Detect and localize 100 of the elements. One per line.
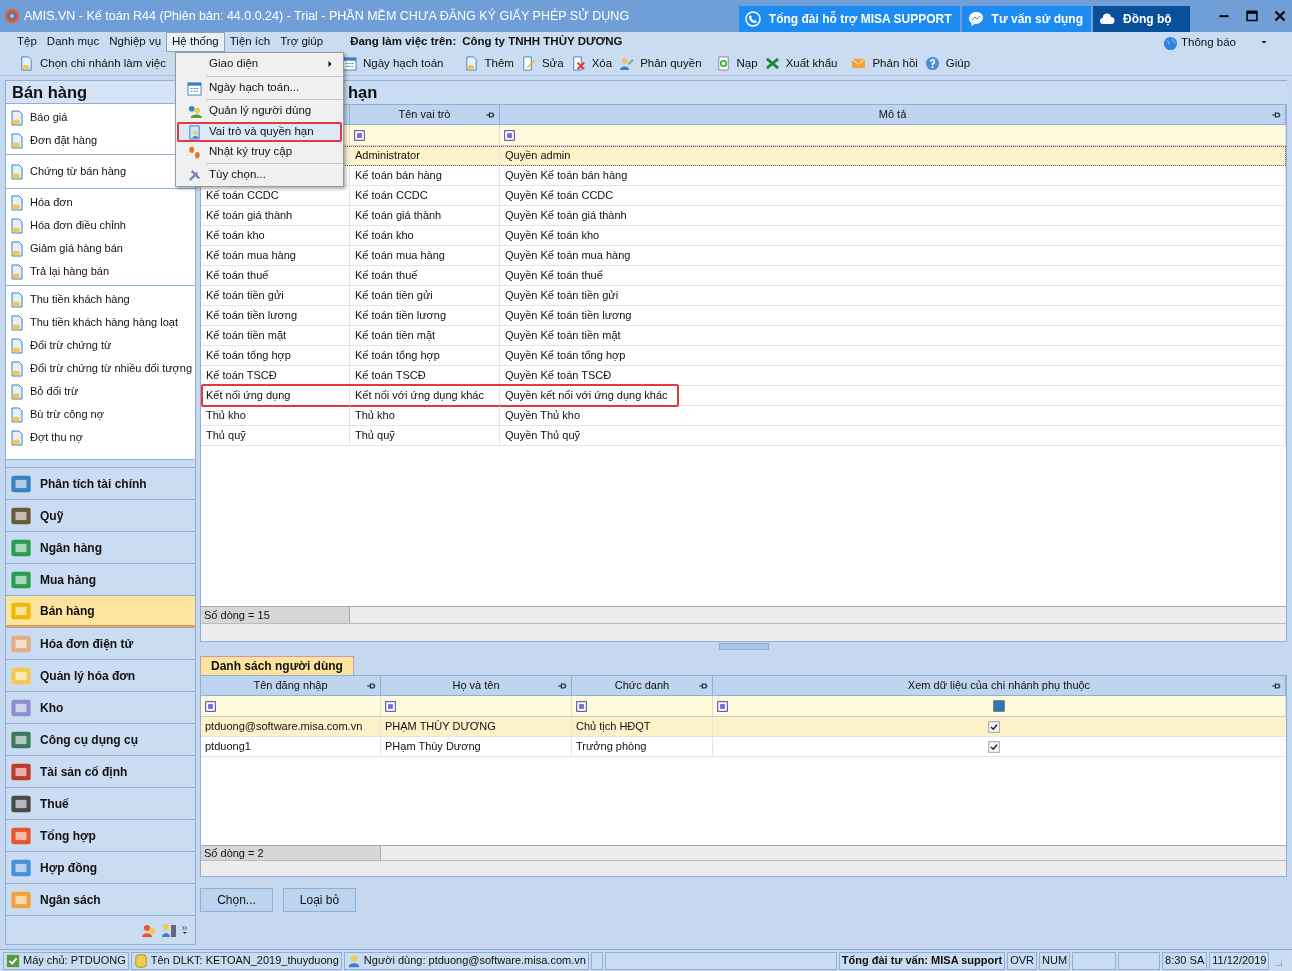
sidebar-item[interactable]: Đợt thu nợ — [6, 426, 195, 449]
module-button[interactable]: Kho — [6, 691, 195, 723]
module-button[interactable]: Phân tích tài chính — [6, 467, 195, 499]
table-cell-text: Quyền Kế toán TSCĐ — [505, 368, 612, 384]
table-row[interactable]: Thủ kho Thủ kho Quyền Thủ kho — [201, 406, 1286, 426]
module-button[interactable]: Công cụ dụng cụ — [6, 723, 195, 755]
sidebar-item[interactable]: Bỏ đối trừ — [6, 380, 195, 403]
menu-item[interactable]: Giao diện — [177, 54, 342, 74]
menu-item[interactable]: Tệp — [12, 32, 42, 52]
module-button[interactable]: Mua hàng — [6, 563, 195, 595]
toolbar-button[interactable]: Nạp — [712, 52, 761, 75]
table-row[interactable]: Thủ quỹ Thủ quỹ Quyền Thủ quỹ — [201, 426, 1286, 446]
panel-tab[interactable]: Danh sách người dùng — [200, 656, 354, 675]
menu-item[interactable]: Vai trò và quyền hạn — [177, 122, 342, 142]
help-icon — [924, 56, 940, 71]
table-row[interactable]: Kế toán tổng hợp Kế toán tổng hợp Quyền Kế toán tổng hợp — [201, 346, 1286, 366]
module-button[interactable]: Bán hàng — [6, 595, 195, 627]
table-row[interactable]: ptduong1 PHạm Thùy Dương Trưởng phòng — [201, 737, 1286, 757]
column-header[interactable]: Mô tả — [500, 105, 1286, 124]
table-row[interactable]: Kết nối ứng dụng Kết nối với ứng dụng khác Quyền kết nối với ứng dụng khác — [201, 386, 1286, 406]
sidebar-item[interactable]: Đối trừ chứng từ — [6, 334, 195, 357]
document-icon — [9, 383, 25, 400]
menu-item[interactable]: Hệ thống — [166, 32, 225, 52]
table-cell-text: Kế toán tổng hợp — [355, 348, 440, 364]
column-header[interactable]: Tên đăng nhập — [201, 676, 381, 695]
table-row[interactable]: ptduong@software.misa.com.vn PHẠM THÙY DƯƠNG Chủ tịch HĐQT — [201, 717, 1286, 737]
checkbox[interactable] — [988, 740, 1000, 753]
menu-item[interactable]: Nghiệp vụ — [104, 32, 167, 52]
table-cell-text: Kế toán kho — [206, 228, 265, 244]
table-row[interactable]: Kế toán mua hàng Kế toán mua hàng Quyền Kế toán mua hàng — [201, 246, 1286, 266]
toolbar-button[interactable]: Phản hồi — [848, 52, 921, 75]
action-button[interactable]: Chọn... — [200, 888, 273, 912]
module-button[interactable]: Tổng hợp — [6, 819, 195, 851]
splitter-handle[interactable] — [5, 460, 196, 467]
status-pane: Người dùng: ptduong@software.misa.com.vn — [343, 951, 589, 970]
status-pane: 8:30 SA — [1162, 951, 1208, 970]
sidebar-item[interactable]: Trả lại hàng bán — [6, 260, 195, 283]
users-icon — [186, 103, 202, 119]
toolbar-button[interactable]: Xóa — [567, 52, 616, 75]
splitter-handle[interactable] — [718, 643, 769, 650]
table-row[interactable]: Kế toán thuế Kế toán thuế Quyền Kế toán thuế — [201, 266, 1286, 286]
toolbar-button[interactable]: Sửa — [517, 52, 567, 75]
sidebar-item[interactable]: Hóa đơn điều chỉnh — [6, 214, 195, 237]
table-row[interactable]: Kế toán tiền lương Kế toán tiền lương Quyền Kế toán tiền lương — [201, 306, 1286, 326]
table-row[interactable]: Kế toán giá thành Kế toán giá thành Quyền Kế toán giá thành — [201, 206, 1286, 226]
toolbar-button[interactable]: Chọn chi nhánh làm việc — [16, 52, 169, 75]
table-row[interactable]: Kế toán TSCĐ Kế toán TSCĐ Quyền Kế toán TSCĐ — [201, 366, 1286, 386]
table-cell-text: ptduong1 — [205, 739, 251, 755]
table-cell-text: Quyền Kế toán thuế — [505, 268, 603, 284]
column-header[interactable]: Chức danh — [572, 676, 713, 695]
person-icon — [161, 922, 177, 938]
table-cell-text: Quyền Kế toán CCDC — [505, 188, 614, 204]
module-button[interactable]: Hóa đơn điện tử — [6, 627, 195, 659]
row-count: Số dòng = 15 — [201, 607, 350, 623]
filter-icon — [576, 700, 587, 712]
menu-item[interactable]: Danh mục — [41, 32, 105, 52]
sidebar-item[interactable]: Đối trừ chứng từ nhiều đối tượng — [6, 357, 195, 380]
sidebar-item[interactable]: Thu tiền khách hàng hàng loạt — [6, 311, 195, 334]
table-row[interactable]: Kế toán kho Kế toán kho Quyền Kế toán kho — [201, 226, 1286, 246]
pin-icon — [1271, 109, 1281, 120]
company-label: Đang làm việc trên: — [350, 34, 457, 50]
status-pane: OVR — [1007, 951, 1037, 970]
table-row[interactable]: Kế toán tiền gửi Kế toán tiền gửi Quyền Kế toán tiền gửi — [201, 286, 1286, 306]
table-cell-text: Kế toán TSCĐ — [206, 368, 277, 384]
dropdown-caret-icon — [1260, 38, 1268, 46]
column-header[interactable]: Tên vai trò — [350, 105, 500, 124]
toolbar-button[interactable]: Giúp — [921, 52, 974, 75]
submenu-arrow-icon — [326, 60, 334, 68]
sidebar-item[interactable]: Bù trừ công nợ — [6, 403, 195, 426]
status-pane: Tên DLKT: KETOAN_2019_thuyduong — [130, 951, 342, 970]
table-cell-text: Kế toán kho — [355, 228, 414, 244]
sidebar-item[interactable]: Giảm giá hàng bán — [6, 237, 195, 260]
module-button[interactable]: Quỹ — [6, 499, 195, 531]
table-cell-text: Quyền Thủ kho — [505, 408, 580, 424]
menu-item[interactable]: Trợ giúp — [275, 32, 329, 52]
document-icon — [9, 360, 25, 377]
module-button[interactable]: Ngân hàng — [6, 531, 195, 563]
column-header[interactable]: Họ và tên — [381, 676, 572, 695]
window-title: AMIS.VN - Kế toán R44 (Phiên bản: 44.0.0.24) - Trial - PHẦN MỀM CHƯA ĐĂNG KÝ GIẤY PHÉP SỬ DỤNG — [24, 7, 630, 25]
module-button[interactable]: Tài sản cố định — [6, 755, 195, 787]
table-row[interactable]: Kế toán tiền mặt Kế toán tiền mặt Quyền Kế toán tiền mặt — [201, 326, 1286, 346]
menu-item[interactable]: Tiện ích — [224, 32, 276, 52]
table-cell-text: Quyền kết nối với ứng dụng khác — [505, 388, 668, 404]
action-button[interactable]: Loại bỏ — [283, 888, 356, 912]
module-button[interactable]: Quản lý hóa đơn — [6, 659, 195, 691]
module-button[interactable]: Hợp đồng — [6, 851, 195, 883]
checkbox[interactable] — [988, 720, 1000, 733]
toolbar-button[interactable]: Phân quyền — [616, 52, 705, 75]
pin-icon — [698, 680, 708, 691]
sidebar-item[interactable]: Hóa đơn — [6, 191, 195, 214]
table-cell-text: PHẠM THÙY DƯƠNG — [385, 719, 496, 735]
toolbar-button[interactable]: Xuất khẩu — [761, 52, 841, 75]
sidebar-item[interactable]: Thu tiền khách hàng — [6, 288, 195, 311]
shield-check-icon — [6, 953, 20, 968]
module-button[interactable]: Thuế — [6, 787, 195, 819]
toolbar-button[interactable]: Thêm — [460, 52, 517, 75]
header-button[interactable]: Đồng bộ — [1093, 6, 1190, 32]
column-header[interactable]: Xem dữ liệu của chi nhánh phụ thuộc — [713, 676, 1286, 695]
notification-button[interactable]: Thông báo — [1163, 34, 1236, 52]
module-button[interactable]: Ngân sách — [6, 883, 195, 915]
